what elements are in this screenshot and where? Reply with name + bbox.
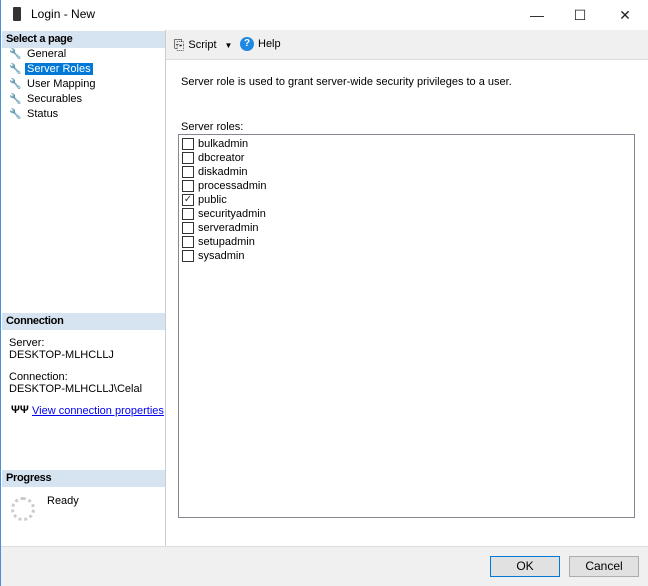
progress-header: Progress — [2, 470, 165, 487]
checkbox[interactable] — [182, 222, 194, 234]
role-item-public[interactable]: ✓ public — [182, 193, 227, 207]
progress-spinner-icon — [11, 497, 35, 521]
role-name: diskadmin — [198, 166, 248, 178]
wrench-icon: 🔧 — [9, 78, 22, 90]
server-label: Server: — [9, 337, 45, 349]
role-name: setupadmin — [198, 236, 255, 248]
wrench-icon: 🔧 — [9, 93, 22, 105]
nav-item-user-mapping[interactable]: 🔧 User Mapping — [9, 77, 97, 91]
checkbox[interactable] — [182, 138, 194, 150]
checkbox[interactable]: ✓ — [182, 194, 194, 206]
app-icon — [13, 7, 21, 21]
nav-item-label: General — [27, 48, 67, 60]
script-icon: ⎘ — [174, 37, 185, 52]
server-value: DESKTOP-MLHCLLJ — [9, 349, 114, 361]
close-button[interactable]: ✕ — [602, 0, 648, 30]
checkbox[interactable] — [182, 180, 194, 192]
select-page-header: Select a page — [2, 31, 165, 48]
role-name: dbcreator — [198, 152, 245, 164]
role-name: processadmin — [198, 180, 267, 192]
nav-item-server-roles[interactable]: 🔧 Server Roles — [9, 62, 93, 76]
checkbox[interactable] — [182, 250, 194, 262]
help-icon: ? — [240, 37, 254, 51]
role-name: serveradmin — [198, 222, 259, 234]
nav-item-securables[interactable]: 🔧 Securables — [9, 92, 84, 106]
role-item-processadmin[interactable]: processadmin — [182, 179, 266, 193]
checkbox[interactable] — [182, 166, 194, 178]
ok-button[interactable]: OK — [490, 556, 560, 577]
cancel-button[interactable]: Cancel — [569, 556, 639, 577]
nav-item-label: Securables — [27, 93, 83, 105]
checkbox[interactable] — [182, 152, 194, 164]
connection-value: DESKTOP-MLHCLLJ\Celal — [9, 383, 143, 395]
role-name: public — [198, 194, 227, 206]
wrench-icon: 🔧 — [9, 48, 22, 60]
role-item-dbcreator[interactable]: dbcreator — [182, 151, 244, 165]
role-name: securityadmin — [198, 208, 266, 220]
minimize-button[interactable]: — — [514, 0, 560, 30]
checkbox[interactable] — [182, 236, 194, 248]
nav-item-label: Status — [27, 108, 59, 120]
role-item-sysadmin[interactable]: sysadmin — [182, 249, 244, 263]
help-label: Help — [258, 38, 281, 50]
role-item-diskadmin[interactable]: diskadmin — [182, 165, 248, 179]
window-title: Login - New — [31, 7, 96, 21]
server-roles-label: Server roles: — [181, 121, 244, 133]
script-label: Script — [188, 39, 217, 51]
checkbox[interactable] — [182, 208, 194, 220]
connection-header: Connection — [2, 313, 165, 330]
nav-item-label: User Mapping — [27, 78, 96, 90]
role-item-bulkadmin[interactable]: bulkadmin — [182, 137, 248, 151]
help-button[interactable]: ? Help — [240, 37, 281, 51]
script-button[interactable]: ⎘ Script ▼ — [174, 37, 232, 53]
role-name: sysadmin — [198, 250, 245, 262]
left-panel: Select a page 🔧 General 🔧 Server Roles 🔧 User… — [1, 30, 166, 546]
nav-item-label: Server Roles — [25, 63, 93, 75]
wrench-icon: 🔧 — [9, 63, 22, 75]
wrench-icon: 🔧 — [9, 108, 22, 120]
toolbar: ⎘ Script ▼ ? Help — [166, 30, 648, 60]
description-text: Server role is used to grant server-wide… — [181, 76, 512, 88]
role-item-setupadmin[interactable]: setupadmin — [182, 235, 255, 249]
maximize-button[interactable]: ☐ — [557, 0, 603, 30]
connection-label: Connection: — [9, 371, 68, 383]
progress-status: Ready — [47, 495, 79, 507]
nav-item-status[interactable]: 🔧 Status — [9, 107, 60, 121]
chevron-down-icon[interactable]: ▼ — [225, 41, 233, 50]
role-item-securityadmin[interactable]: securityadmin — [182, 207, 266, 221]
view-connection-properties-link[interactable]: View connection properties — [32, 405, 164, 417]
server-roles-list[interactable]: bulkadmin dbcreator diskadmin processadmin ✓… — [178, 134, 635, 518]
role-name: bulkadmin — [198, 138, 249, 150]
connection-properties-icon: ΨΨ — [11, 404, 29, 416]
role-item-serveradmin[interactable]: serveradmin — [182, 221, 259, 235]
nav-item-general[interactable]: 🔧 General — [9, 47, 68, 61]
